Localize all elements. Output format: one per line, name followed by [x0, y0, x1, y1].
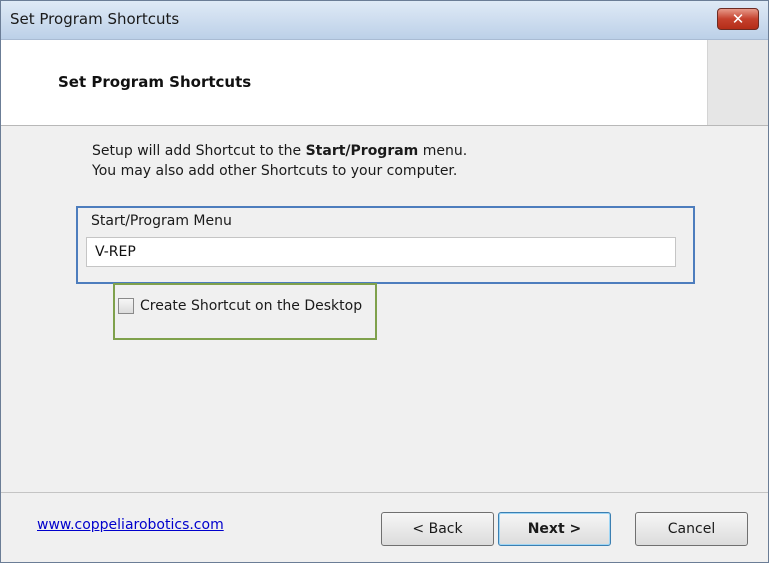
footer-divider: [1, 492, 768, 493]
intro-text: Setup will add Shortcut to the Start/Pro…: [92, 141, 467, 181]
header-banner: [707, 40, 768, 125]
wizard-header: Set Program Shortcuts: [1, 40, 768, 126]
start-menu-input[interactable]: V-REP: [86, 237, 676, 267]
intro-line-2: You may also add other Shortcuts to your…: [92, 163, 458, 179]
desktop-shortcut-checkbox[interactable]: [118, 298, 134, 314]
start-menu-label: Start/Program Menu: [91, 213, 232, 229]
back-button[interactable]: < Back: [381, 512, 494, 546]
cancel-button[interactable]: Cancel: [635, 512, 748, 546]
page-title: Set Program Shortcuts: [58, 73, 252, 91]
setup-dialog: Set Program Shortcuts ✕ Set Program Shor…: [0, 0, 769, 563]
next-button[interactable]: Next >: [498, 512, 611, 546]
intro-line-1: Setup will add Shortcut to the Start/Pro…: [92, 141, 467, 161]
desktop-shortcut-label[interactable]: Create Shortcut on the Desktop: [140, 298, 362, 314]
intro-line-1-suffix: menu.: [418, 143, 468, 159]
close-icon: ✕: [731, 10, 745, 28]
title-bar[interactable]: Set Program Shortcuts ✕: [1, 1, 768, 40]
window-title: Set Program Shortcuts: [10, 10, 180, 28]
intro-line-1-bold: Start/Program: [305, 143, 419, 159]
close-button[interactable]: ✕: [717, 8, 759, 30]
intro-line-1-prefix: Setup will add Shortcut to the: [92, 143, 306, 159]
website-link[interactable]: www.coppeliarobotics.com: [37, 517, 224, 533]
